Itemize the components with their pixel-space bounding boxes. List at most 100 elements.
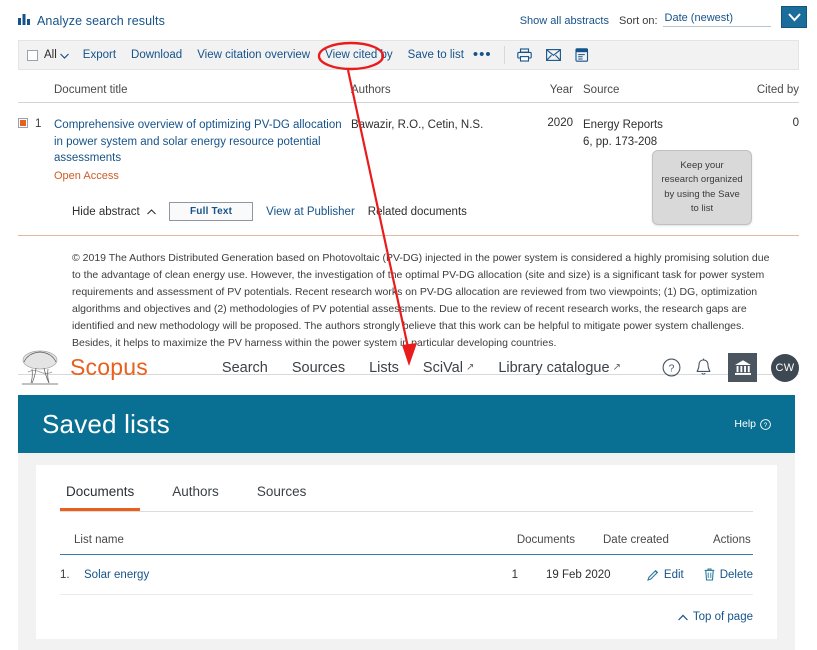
- column-actions: Actions: [713, 534, 751, 546]
- list-item: 1. Solar energy 1 19 Feb 2020 Edit Delet…: [60, 555, 753, 595]
- row-checkbox[interactable]: [18, 118, 28, 128]
- sort-select[interactable]: Date (newest): [662, 12, 771, 27]
- tab-sources[interactable]: Sources: [251, 479, 313, 511]
- tab-documents[interactable]: Documents: [60, 479, 141, 511]
- saved-lists-table-header: List name Documents Date created Actions: [60, 512, 753, 555]
- email-icon[interactable]: [545, 49, 561, 61]
- save-to-list-tooltip: Keep your research organized by using th…: [652, 150, 752, 225]
- saved-lists-card: Documents Authors Sources List name Docu…: [36, 465, 777, 639]
- page-title: Saved lists: [42, 408, 170, 439]
- open-access-badge: Open Access: [54, 170, 119, 183]
- nav-label: SciVal: [422, 359, 463, 376]
- collapse-panel-button[interactable]: [781, 6, 807, 28]
- row-year: 2020: [547, 117, 573, 129]
- list-actions-cell: Edit Delete: [619, 568, 753, 581]
- saved-lists-content-background: Documents Authors Sources List name Docu…: [18, 453, 795, 650]
- abstract-container: © 2019 The Authors Distributed Generatio…: [18, 235, 799, 352]
- results-top-tools: Show all abstracts Sort on: Date (newest…: [520, 12, 771, 27]
- tab-authors[interactable]: Authors: [166, 479, 225, 511]
- edit-list-button[interactable]: Edit: [646, 568, 684, 581]
- external-link-icon: ↗: [465, 362, 475, 373]
- nav-item-search[interactable]: Search: [222, 360, 268, 376]
- more-options-icon[interactable]: •••: [473, 47, 492, 62]
- sort-control: Sort on: Date (newest): [619, 12, 771, 27]
- list-name-link[interactable]: Solar energy: [84, 569, 149, 581]
- download-button[interactable]: Download: [131, 49, 182, 61]
- nav-label: Sources: [291, 359, 346, 376]
- user-avatar[interactable]: CW: [771, 353, 799, 382]
- column-date-created: Date created: [603, 534, 669, 546]
- export-button[interactable]: Export: [83, 49, 116, 61]
- column-cited-by: Cited by: [756, 84, 799, 96]
- sort-label: Sort on:: [618, 15, 658, 27]
- nav-item-scival[interactable]: SciVal ↗: [423, 360, 474, 376]
- view-at-publisher-link[interactable]: View at Publisher: [266, 206, 355, 218]
- list-name-cell: 1. Solar energy: [60, 569, 416, 581]
- toolbar-divider: [503, 46, 505, 64]
- print-icon[interactable]: [516, 48, 532, 62]
- analyze-row: Analyze search results Show all abstract…: [0, 0, 817, 36]
- edit-label: Edit: [663, 568, 684, 581]
- saved-lists-banner: Saved lists Help ?: [18, 395, 795, 453]
- column-document-title: Document title: [54, 84, 128, 96]
- hide-abstract-toggle[interactable]: Hide abstract: [72, 206, 156, 218]
- row-source-detail: 6, pp. 173-208: [583, 136, 658, 149]
- row-marker: 1: [18, 117, 54, 182]
- abstract-text: © 2019 The Authors Distributed Generatio…: [72, 252, 770, 350]
- row-authors[interactable]: Bawazir, R.O., Cetin, N.S.: [351, 117, 541, 182]
- delete-list-button[interactable]: Delete: [704, 568, 753, 581]
- save-to-list-icon[interactable]: [575, 48, 589, 62]
- full-text-button[interactable]: Full Text: [168, 202, 254, 222]
- select-all-checkbox[interactable]: [27, 49, 38, 61]
- nav-label: Lists: [369, 359, 399, 376]
- top-of-page-label: Top of page: [692, 611, 753, 623]
- scopus-brand-text: Scopus: [70, 354, 148, 380]
- top-of-page-link[interactable]: Top of page: [678, 611, 753, 623]
- nav-item-sources[interactable]: Sources: [292, 360, 345, 376]
- help-icon[interactable]: ?: [662, 358, 681, 377]
- scopus-logo[interactable]: Scopus: [18, 348, 148, 388]
- svg-text:?: ?: [764, 422, 768, 429]
- related-documents-link[interactable]: Related documents: [368, 206, 467, 218]
- column-source: Source: [583, 84, 620, 96]
- show-all-abstracts-link[interactable]: Show all abstracts: [520, 15, 609, 27]
- row-source-name: Energy Reports: [583, 119, 663, 131]
- nav-item-lists[interactable]: Lists: [369, 360, 399, 376]
- column-year: Year: [549, 84, 573, 96]
- row-index: 1: [35, 118, 42, 130]
- library-institution-button[interactable]: [728, 353, 757, 382]
- list-documents-count: 1: [511, 568, 518, 581]
- scopus-header: Scopus Search Sources Lists SciVal ↗ Lib…: [0, 340, 817, 395]
- nav-label: Search: [221, 359, 268, 376]
- select-all-label: All: [44, 49, 57, 61]
- help-link[interactable]: Help ?: [734, 418, 771, 430]
- scopus-page: Scopus Search Sources Lists SciVal ↗ Lib…: [0, 340, 817, 650]
- chevron-down-icon[interactable]: [59, 46, 69, 64]
- results-table-header: Document title Authors Year Source Cited…: [18, 84, 799, 103]
- view-cited-by-button[interactable]: View cited by: [325, 49, 393, 61]
- nav-item-library-catalogue[interactable]: Library catalogue ↗: [498, 360, 621, 376]
- bar-chart-icon: [18, 12, 31, 30]
- column-list-name: List name: [74, 534, 124, 546]
- saved-lists-tabs: Documents Authors Sources: [60, 479, 753, 512]
- chevron-up-icon: [147, 208, 156, 214]
- save-to-list-button[interactable]: Save to list: [408, 49, 464, 61]
- column-documents: Documents: [516, 534, 575, 546]
- bank-icon: [734, 360, 751, 375]
- svg-text:?: ?: [669, 362, 675, 374]
- results-toolbar: All Export Download View citation overvi…: [18, 40, 799, 70]
- trash-icon: [704, 568, 715, 581]
- analyze-search-results-link[interactable]: Analyze search results: [37, 14, 165, 28]
- help-circle-icon: ?: [760, 418, 771, 430]
- hide-abstract-label: Hide abstract: [72, 205, 140, 218]
- column-authors: Authors: [351, 84, 391, 96]
- tree-logo-icon: [18, 348, 62, 388]
- view-citation-overview-button[interactable]: View citation overview: [197, 49, 310, 61]
- delete-label: Delete: [719, 568, 753, 581]
- nav-label: Library catalogue: [498, 359, 610, 376]
- pencil-icon: [646, 569, 659, 581]
- list-date-created: 19 Feb 2020: [545, 568, 611, 581]
- notifications-bell-icon[interactable]: [695, 358, 714, 377]
- document-title-link[interactable]: Comprehensive overview of optimizing PV-…: [54, 119, 342, 164]
- chevron-up-icon: [678, 614, 688, 620]
